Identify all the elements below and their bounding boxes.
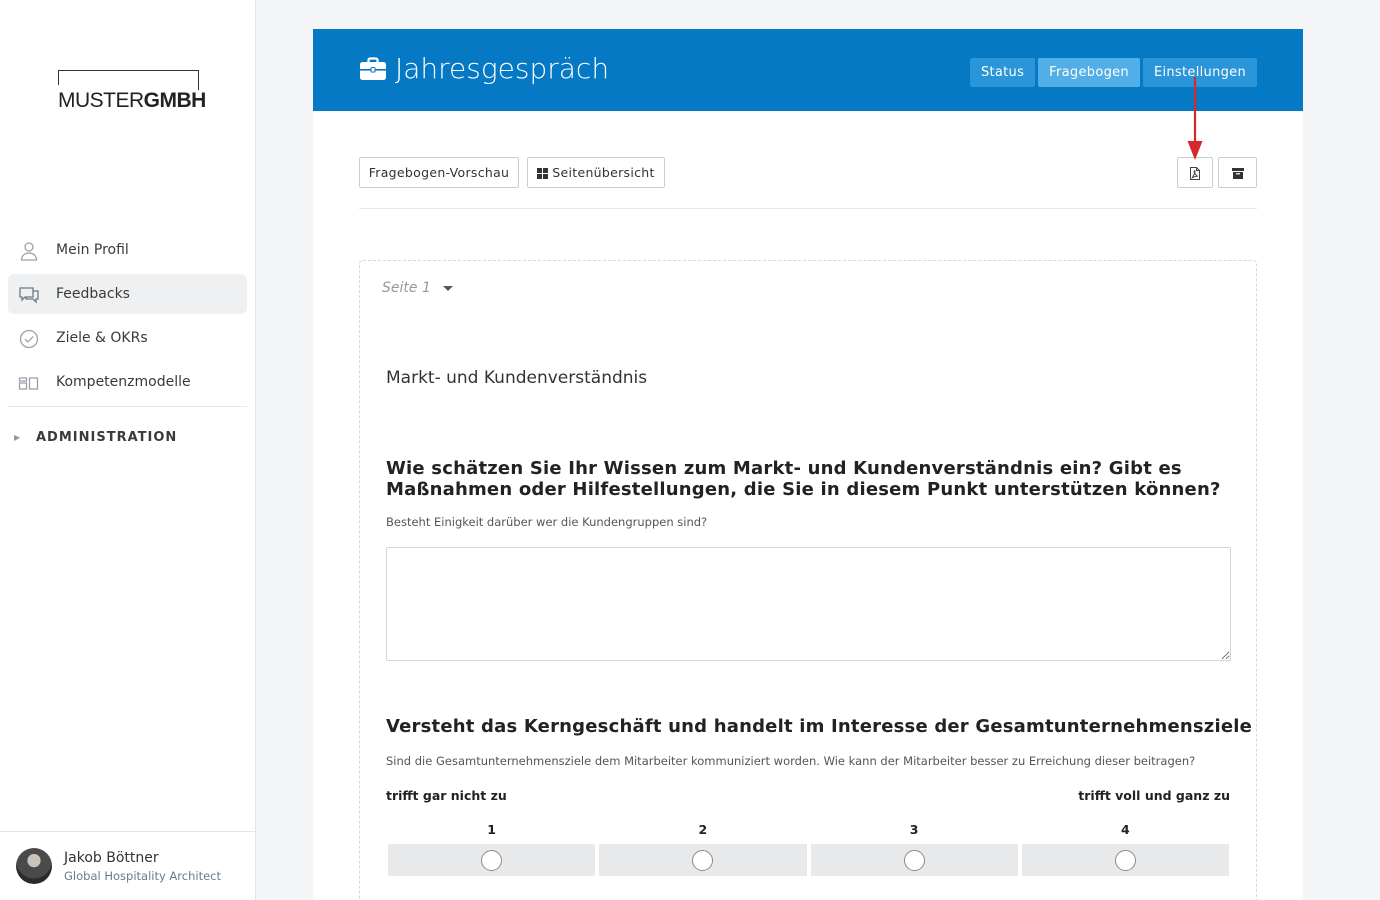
sidebar-item-label: Feedbacks [56, 286, 130, 302]
toolbar-divider [359, 208, 1257, 209]
annotation-arrow [1187, 77, 1203, 160]
sidebar-item-mein-profil[interactable]: Mein Profil [8, 230, 247, 270]
page-selector[interactable]: Seite 1 [382, 280, 453, 296]
user-role: Global Hospitality Architect [64, 869, 221, 883]
rating-radio-2[interactable] [692, 849, 714, 871]
rating-option-label: 3 [909, 822, 919, 837]
rating-option-label: 4 [1121, 822, 1130, 837]
sidebar-item-label: ADMINISTRATION [36, 430, 178, 445]
sidebar-item-label: Ziele & OKRs [56, 330, 148, 346]
question-1-hint: Besteht Einigkeit darüber wer die Kunden… [386, 515, 708, 529]
check-circle-icon [19, 329, 39, 349]
rating-option: 1 [388, 822, 596, 876]
preview-button[interactable]: Fragebogen-Vorschau [359, 157, 519, 188]
sidebar-item-ziele-okrs[interactable]: Ziele & OKRs [8, 318, 247, 358]
rating-radio-3[interactable] [903, 849, 925, 871]
sidebar-item-label: Kompetenzmodelle [56, 374, 191, 390]
section-title: Markt- und Kundenverständnis [386, 368, 648, 388]
rating-option: 3 [810, 822, 1018, 876]
caret-down-icon [442, 285, 453, 291]
scale-low-label: trifft gar nicht zu [386, 788, 507, 803]
archive-icon [1231, 168, 1244, 179]
main-panel: Jahresgespräch Status Fragebogen Einstel… [313, 29, 1303, 900]
scale-high-label: trifft voll und ganz zu [1078, 788, 1230, 803]
toolbar: Fragebogen-Vorschau Seitenübersicht [359, 157, 1257, 188]
avatar [16, 848, 52, 884]
sidebar-item-feedbacks[interactable]: Feedbacks [8, 274, 247, 314]
question-2-text: Versteht das Kerngeschäft und handelt im… [386, 716, 1253, 737]
rating-option-label: 1 [487, 822, 496, 837]
sidebar: MUSTERGMBH Mein Profil Feedbacks Ziele &… [0, 0, 256, 900]
rating-scale: 1 2 3 4 [388, 822, 1229, 876]
rating-option: 4 [1021, 822, 1229, 876]
rating-radio-1[interactable] [481, 849, 503, 871]
user-profile[interactable]: Jakob Böttner Global Hospitality Archite… [0, 831, 255, 900]
sidebar-item-kompetenzmodelle[interactable]: Kompetenzmodelle [8, 362, 247, 402]
page-overview-button[interactable]: Seitenübersicht [527, 157, 665, 188]
nav-divider [8, 406, 247, 407]
user-name: Jakob Böttner [64, 850, 159, 866]
header-tabs: Status Fragebogen Einstellungen [969, 58, 1257, 87]
sidebar-item-label: Mein Profil [56, 242, 129, 258]
tab-status[interactable]: Status [969, 58, 1036, 87]
rating-option-label: 2 [698, 822, 708, 837]
company-logo[interactable]: MUSTERGMBH [58, 70, 209, 112]
pdf-icon [1190, 167, 1200, 180]
archive-button[interactable] [1218, 157, 1257, 188]
sidebar-nav: Mein Profil Feedbacks Ziele & OKRs Kompe… [8, 230, 247, 407]
rating-option: 2 [599, 822, 807, 876]
question-2-hint: Sind die Gesamtunternehmensziele dem Mit… [386, 754, 1196, 768]
caret-right-icon: ▶ [14, 433, 22, 442]
user-icon [20, 242, 38, 261]
briefcase-icon [360, 56, 386, 80]
sidebar-item-administration[interactable]: ▶ ADMINISTRATION [8, 428, 247, 448]
question-1-answer[interactable] [386, 547, 1231, 661]
chat-icon [19, 287, 39, 304]
pdf-export-button[interactable] [1177, 157, 1213, 188]
grid-icon [537, 168, 549, 179]
question-1-text: Wie schätzen Sie Ihr Wissen zum Markt- u… [386, 458, 1221, 500]
page-title: Jahresgespräch [359, 52, 609, 85]
questionnaire-page: Seite 1 Markt- und Kundenverständnis Wie… [359, 260, 1257, 900]
layout-icon [18, 377, 39, 390]
tab-fragebogen[interactable]: Fragebogen [1038, 58, 1140, 87]
rating-radio-4[interactable] [1114, 849, 1136, 871]
page-header: Jahresgespräch Status Fragebogen Einstel… [313, 29, 1303, 111]
